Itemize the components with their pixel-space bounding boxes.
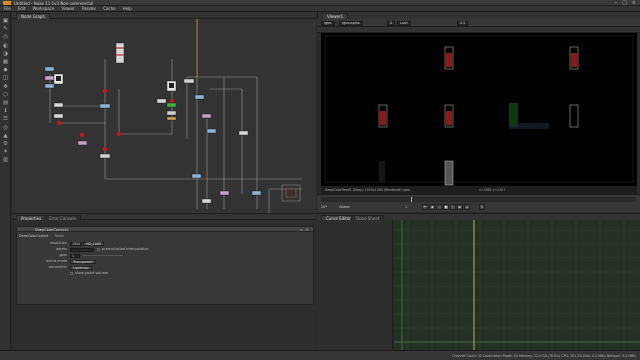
viewer-image xyxy=(324,35,634,186)
play-back-icon[interactable]: ◁ xyxy=(436,204,442,210)
stop-icon[interactable]: ■ xyxy=(443,204,449,210)
nuke-icon xyxy=(3,1,11,5)
playhead[interactable] xyxy=(411,197,412,202)
viewer-tabbar: Viewer1 xyxy=(317,12,640,19)
gear-icon[interactable]: ⚙ xyxy=(2,141,9,147)
node-tab-node[interactable]: Node xyxy=(55,234,75,238)
furnace-icon[interactable]: ▲ xyxy=(2,133,9,139)
timeline-ruler[interactable] xyxy=(321,197,636,202)
resolution-dropdown[interactable]: HD_1080 xyxy=(83,241,105,246)
zoom-dropdown[interactable]: 0.5 xyxy=(457,20,469,26)
row-gain: gain 1 xyxy=(17,253,313,258)
menu-workspace[interactable]: Workspace xyxy=(32,6,54,11)
color-icon[interactable]: ◑ xyxy=(2,51,9,57)
row-blend-mode: blend mode Transparent xyxy=(17,259,313,264)
curve-editor-tabbar: Curve Editor Dope Sheet xyxy=(317,213,640,221)
node-tab-main[interactable]: DeepColorCorrect xyxy=(19,234,59,238)
menu-help[interactable]: Help xyxy=(123,6,132,11)
metadata-icon[interactable]: ℹ xyxy=(2,108,9,114)
float-icon[interactable]: ▫ xyxy=(300,227,303,232)
loop-icon[interactable]: ↻ xyxy=(479,204,485,210)
blend-mode-dropdown[interactable]: Transparent xyxy=(70,259,96,264)
views-icon[interactable]: ▤ xyxy=(2,100,9,106)
shadow-sample xyxy=(509,123,549,129)
layer-a-label: A xyxy=(387,20,396,26)
curve-grid-lines xyxy=(394,220,640,350)
dim-sample xyxy=(379,161,385,183)
properties-header: DeepColorCorrect1 × ▫ xyxy=(17,227,313,232)
prev-key-icon[interactable]: ◀ xyxy=(429,204,435,210)
window-title: Untitled - Nuke 11.1v3 Non-commercial xyxy=(14,0,94,6)
frame-field[interactable]: 1 xyxy=(405,205,407,209)
draw-icon[interactable]: ✎ xyxy=(2,26,9,32)
curve-knob-list[interactable] xyxy=(317,220,393,350)
volumetric-dropdown[interactable]: Lightmap xyxy=(70,265,92,270)
other-icon[interactable]: ◎ xyxy=(2,125,9,131)
layer-dropdown[interactable]: Lash xyxy=(397,20,411,26)
node-properties-panel: DeepColorCorrect1 × ▫ DeepColorCorrect N… xyxy=(16,226,314,305)
range-mode[interactable]: Global xyxy=(339,205,350,209)
row-show-point-volume: show point volume xyxy=(17,271,313,276)
particles-icon[interactable]: ✶ xyxy=(2,149,9,155)
properties-bin: DeepColorCorrect1 × ▫ DeepColorCorrect N… xyxy=(12,220,316,360)
fps-value[interactable]: 24* xyxy=(321,205,327,209)
gain-field[interactable]: 1 xyxy=(70,253,80,258)
red-deep-samples xyxy=(380,53,577,125)
channel-dropdown[interactable]: rgba.alpha xyxy=(339,20,363,26)
timeline: 24* Global 1 ⏮ ◀ ◁ ■ ▷ ▶ ⏭ ↻ xyxy=(317,194,640,212)
toolsets-icon[interactable]: ☰ xyxy=(2,116,9,122)
3d-icon[interactable]: ⬡ xyxy=(2,92,9,98)
menu-viewer[interactable]: Viewer xyxy=(61,6,75,11)
node-graph-tabbar: Node Graph xyxy=(12,12,316,19)
first-frame-icon[interactable]: ⏮ xyxy=(422,204,428,210)
viewer-toolbar: rgba rgba.alpha A Lash 0.5 xyxy=(317,19,640,27)
menu-edit[interactable]: Edit xyxy=(18,6,26,11)
curve-grid xyxy=(394,220,640,350)
status-text: Channel Count: 42 Localization Mode: On … xyxy=(452,354,636,358)
properties-tabbar: Properties Error Console xyxy=(12,213,316,221)
row-resolution: resolution 1920 HD_1080 xyxy=(17,241,313,246)
format-box xyxy=(324,35,634,183)
close-icon[interactable]: × xyxy=(306,227,309,232)
image-icon[interactable]: ▣ xyxy=(2,18,9,24)
last-frame-icon[interactable]: ⏭ xyxy=(464,204,470,210)
node-graph-canvas xyxy=(44,19,302,213)
show-volume-checkbox[interactable] xyxy=(70,272,73,275)
viewer-info-left: DeepColorRead1 (Deep) 1920x1080 (Rendere… xyxy=(325,188,410,192)
merge-icon[interactable]: ◫ xyxy=(2,75,9,81)
gain-slider[interactable] xyxy=(83,255,123,256)
time-icon[interactable]: ◷ xyxy=(2,34,9,40)
viewer-info-right: x=1882 y=1107 xyxy=(479,188,506,192)
next-key-icon[interactable]: ▶ xyxy=(457,204,463,210)
nuke-window: Untitled - Nuke 11.1v3 Non-commercial – … xyxy=(0,0,640,360)
viewer-info-bar: DeepColorRead1 (Deep) 1920x1080 (Rendere… xyxy=(321,186,637,194)
status-bar: Channel Count: 42 Localization Mode: On … xyxy=(0,350,640,360)
deep-icon[interactable]: ▥ xyxy=(2,157,9,163)
transform-icon[interactable]: ✥ xyxy=(2,84,9,90)
node-name[interactable]: DeepColorCorrect1 xyxy=(35,228,68,232)
deep-samples xyxy=(378,46,579,186)
menu-render[interactable]: Render xyxy=(82,6,96,11)
delete-field[interactable] xyxy=(70,247,94,252)
channel-icon[interactable]: ◐ xyxy=(2,43,9,49)
node-graph[interactable] xyxy=(12,19,316,213)
channel-set-dropdown[interactable]: rgba xyxy=(321,20,335,26)
row-volumetric: volumetric Lightmap xyxy=(17,265,313,270)
play-icon[interactable]: ▷ xyxy=(450,204,456,210)
viewer-viewport[interactable] xyxy=(321,33,637,186)
filter-icon[interactable]: ▦ xyxy=(2,59,9,65)
menu-cache[interactable]: Cache xyxy=(103,6,115,11)
row-delete: delete premultiplied interpolation xyxy=(55,247,149,252)
playback-controls: 24* Global 1 ⏮ ◀ ◁ ■ ▷ ▶ ⏭ ↻ xyxy=(317,203,640,211)
keyer-icon[interactable]: ◆ xyxy=(2,67,9,73)
curve-editor-graph[interactable] xyxy=(394,220,640,350)
nodes-toolbar: ▣ ✎ ◷ ◐ ◑ ▦ ◆ ◫ ✥ ⬡ ▤ ℹ ☰ ◎ ▲ ⚙ ✶ ▥ xyxy=(0,12,11,360)
dot-nodes xyxy=(56,88,175,152)
menu-file[interactable]: File xyxy=(4,6,11,11)
resolution-field[interactable]: 1920 xyxy=(70,241,82,246)
premult-checkbox[interactable] xyxy=(97,248,100,251)
